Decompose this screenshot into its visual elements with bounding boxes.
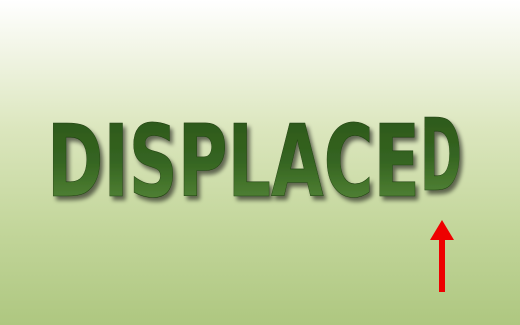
canvas: DISPLACE D xyxy=(0,0,520,325)
main-text: DISPLACE xyxy=(47,103,420,220)
up-arrow-icon xyxy=(430,220,454,292)
displaced-letter: D xyxy=(420,97,462,214)
